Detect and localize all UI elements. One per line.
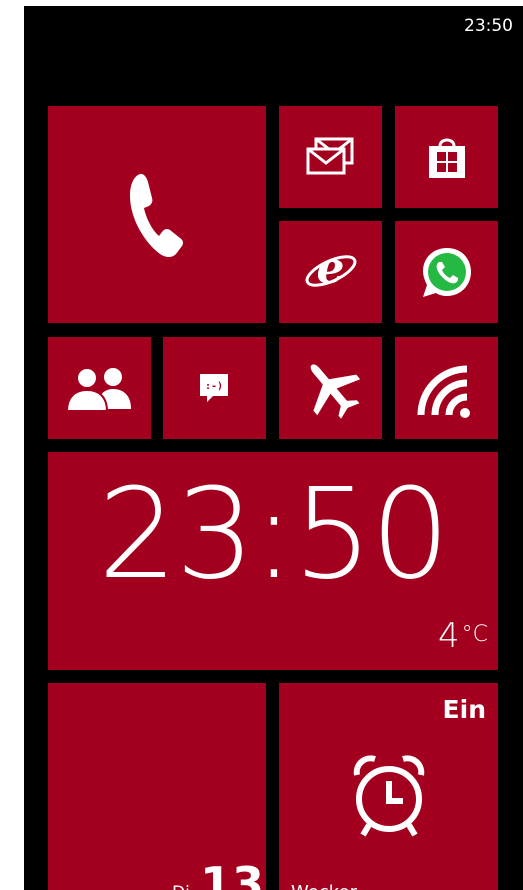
messaging-glyph: :-) [205,381,223,392]
wifi-icon [417,365,470,418]
mail-icon [306,137,354,175]
phone-icon [130,173,184,257]
calendar-day-of-week: Di [172,883,190,890]
messaging-tile[interactable]: :-) [163,337,266,439]
calendar-day: 13 [200,857,265,890]
alarm-tile[interactable]: Ein Wecker [279,683,498,890]
mail-tile[interactable] [279,106,382,208]
people-tile[interactable] [48,337,151,439]
clock-temperature: 4°C [438,616,488,656]
messaging-icon: :-) [200,374,228,402]
airplane-mode-tile[interactable] [279,337,382,439]
wifi-tile[interactable] [395,337,498,439]
alarm-label: Wecker [291,882,357,890]
phone-tile[interactable] [48,106,266,323]
whatsapp-tile[interactable] [395,221,498,323]
alarm-state: Ein [442,695,486,724]
store-icon [429,138,465,178]
whatsapp-icon [423,248,471,297]
people-icon [65,367,131,411]
phone-screen: 23:50 e:-) 23:50 4°C 13 Ein [24,6,523,890]
status-bar-time: 23:50 [464,16,513,36]
store-tile[interactable] [395,106,498,208]
temperature-unit: °C [461,622,488,647]
alarm-clock-icon [353,755,425,837]
airplane-icon [310,364,361,419]
clock-time: 23:50 [97,462,450,607]
internet-explorer-glyph: e [316,243,345,294]
calendar-tile[interactable]: Di 13 [48,683,266,890]
temperature-value: 4 [437,616,460,656]
internet-explorer-tile[interactable]: e [279,221,382,323]
clock-tile[interactable]: 23:50 4°C [48,452,498,670]
